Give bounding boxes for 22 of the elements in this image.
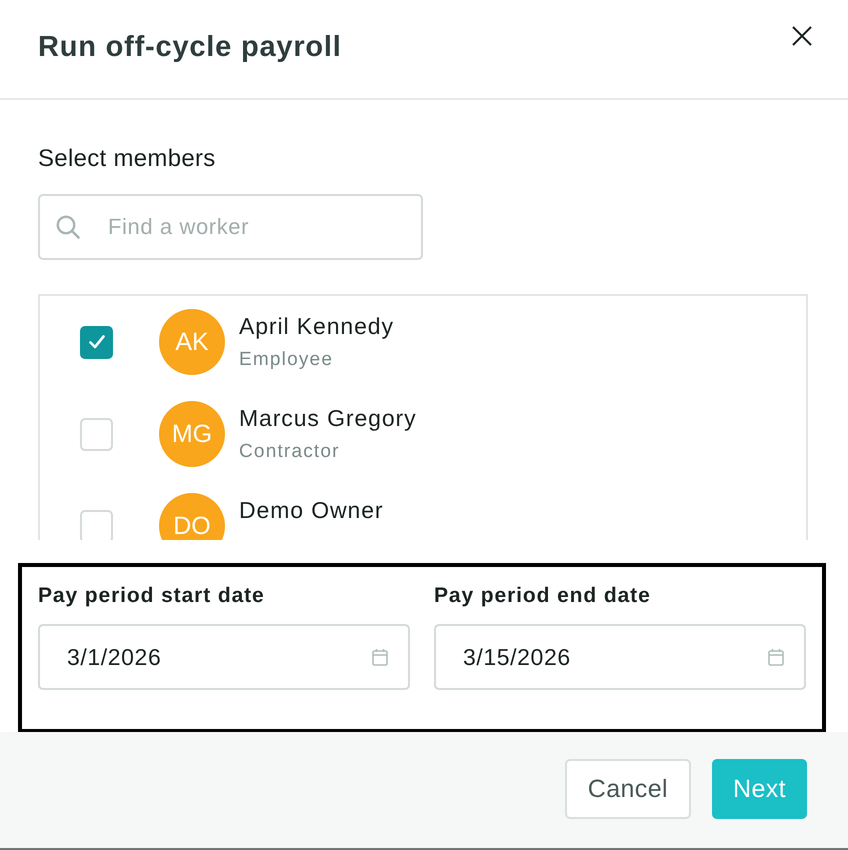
field-label: Pay period end date: [434, 583, 651, 609]
member-name: Demo Owner: [239, 496, 384, 524]
date-field[interactable]: 3/1/2026: [38, 624, 410, 690]
avatar-initials: MG: [159, 401, 225, 467]
section-heading: Select members: [38, 144, 216, 174]
avatar-initials: AK: [159, 309, 225, 375]
member-role: Contractor: [239, 440, 340, 464]
calendar-icon: [372, 648, 388, 666]
date-field[interactable]: 3/15/2026: [434, 624, 806, 690]
dialog-title: Run off-cycle payroll: [38, 30, 342, 64]
check-icon: [88, 335, 104, 349]
calendar-icon: [768, 648, 784, 666]
checkbox[interactable]: [80, 326, 113, 358]
member-name: April Kennedy: [239, 312, 394, 340]
avatar-initials: DO: [159, 493, 225, 540]
search-field[interactable]: Find a worker: [38, 194, 423, 260]
member-name: Marcus Gregory: [239, 404, 416, 432]
member-role: Employee: [239, 348, 334, 372]
close-icon[interactable]: [792, 26, 812, 46]
search-icon: [56, 215, 80, 239]
cancel-button[interactable]: Cancel: [564, 759, 691, 819]
field-label: Pay period start date: [38, 583, 265, 609]
